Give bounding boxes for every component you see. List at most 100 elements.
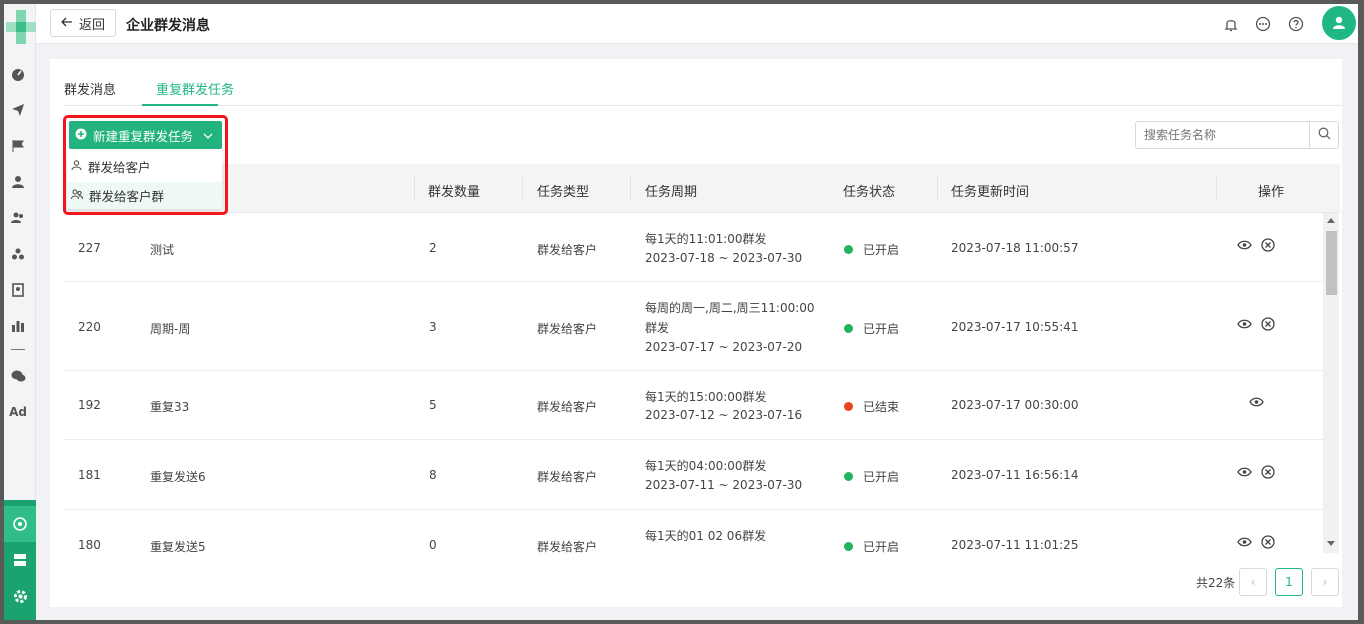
row-type: 群发给客户 [537,400,598,414]
tab-bar: 群发消息 重复群发任务 [64,59,1342,106]
contact-card-icon[interactable] [10,282,26,298]
bell-icon[interactable] [1222,15,1240,33]
search-input[interactable] [1136,122,1310,148]
ad-icon[interactable]: Ad [9,404,27,420]
table-row: 180 重复发送5 0 群发给客户 每1天的01 02 06群发 已开启 202… [63,510,1323,567]
help-icon[interactable] [1287,15,1305,33]
col-updated: 任务更新时间 [951,185,1030,200]
row-type: 群发给客户 [537,540,598,554]
table-header: 群发数量 任务类型 任务周期 任务状态 任务更新时间 操作 [63,164,1340,213]
sidebar-bottom [4,500,36,620]
active-tab-indicator [142,104,218,106]
column-divider [414,176,415,200]
wechat-icon[interactable] [10,368,26,384]
search-box [1135,121,1339,149]
page-1-button[interactable]: 1 [1275,568,1303,596]
table-scrollbar[interactable] [1323,213,1339,553]
row-id: 180 [78,538,101,552]
prev-page-button[interactable]: ‹ [1239,568,1267,596]
tab-repeat-task[interactable]: 重复群发任务 [156,79,234,98]
row-status: 已结束 [863,400,900,414]
row-status: 已开启 [863,322,900,336]
scroll-down-icon[interactable] [1327,541,1335,546]
stop-circle-x-icon[interactable] [1260,316,1276,332]
status-dot [844,542,853,551]
row-id: 192 [78,398,101,412]
total-count: 共22条 [1196,576,1236,590]
send-icon[interactable] [10,102,26,118]
status-dot [844,472,853,481]
marketing-icon[interactable] [4,506,36,542]
server-icon[interactable] [4,542,36,578]
row-period-range: 2023-07-18 ~ 2023-07-30 [645,251,803,265]
settings-icon[interactable] [4,578,36,614]
row-updated: 2023-07-18 11:00:57 [951,241,1079,255]
row-updated: 2023-07-11 16:56:14 [951,468,1079,482]
row-id: 227 [78,241,101,255]
view-eye-icon[interactable] [1236,534,1252,550]
row-status: 已开启 [863,243,900,257]
view-eye-icon[interactable] [1236,316,1252,332]
search-button[interactable] [1309,122,1338,148]
status-dot [844,402,853,411]
tab-mass-message[interactable]: 群发消息 [64,79,116,98]
arrow-left-icon [61,16,73,31]
row-count: 3 [429,320,437,334]
next-page-button[interactable]: › [1311,568,1339,596]
flag-icon[interactable] [10,138,26,154]
col-period: 任务周期 [645,185,698,200]
col-actions: 操作 [1258,185,1285,200]
table-row: 181 重复发送6 8 群发给客户 每1天的04:00:00群发 2023-07… [63,440,1323,510]
stop-circle-x-icon[interactable] [1260,464,1276,480]
row-period: 每1天的11:01:00群发 [645,232,767,246]
status-dot [844,324,853,333]
app-frame: Ad 返回 企业群发消息 群发消息 重复群发任务 搜索任务名称 群发数量 任务类… [4,4,1358,620]
row-period: 每周的周一,周二,周三11:00:00 [645,301,815,315]
row-id: 220 [78,320,101,334]
content-card: 群发消息 重复群发任务 群发数量 任务类型 任务周期 任务状态 任务更新时间 操… [50,59,1342,607]
table-body: 227 测试 2 群发给客户 每1天的11:01:00群发 2023-07-18… [63,213,1323,567]
row-count: 8 [429,468,437,482]
view-eye-icon[interactable] [1236,237,1252,253]
row-status: 已开启 [863,470,900,484]
column-divider [1216,176,1217,200]
row-name: 重复33 [150,400,190,414]
page-title: 企业群发消息 [126,18,210,34]
row-period-range: 2023-07-12 ~ 2023-07-16 [645,408,803,422]
scroll-up-icon[interactable] [1327,218,1335,223]
row-status: 已开启 [863,540,900,554]
column-divider [630,176,631,200]
bar-chart-icon[interactable] [10,318,26,334]
message-icon[interactable] [1254,15,1272,33]
scroll-thumb[interactable] [1326,231,1337,295]
group-icon[interactable] [10,246,26,262]
sidebar-divider [11,349,25,350]
row-name: 周期-周 [150,322,191,336]
logo [6,10,36,44]
view-eye-icon[interactable] [1236,464,1252,480]
row-count: 0 [429,538,437,552]
column-divider [937,176,938,200]
user-avatar[interactable] [1322,6,1356,40]
stop-circle-x-icon[interactable] [1260,534,1276,550]
row-updated: 2023-07-11 11:01:25 [951,538,1079,552]
row-name: 重复发送6 [150,470,206,484]
search-icon [1318,127,1331,144]
row-type: 群发给客户 [537,243,598,257]
back-label: 返回 [78,17,105,33]
view-eye-icon[interactable] [1248,394,1264,410]
users-icon[interactable] [10,210,26,226]
sidebar: Ad [4,4,36,620]
row-period-cont: 群发 [645,321,670,335]
stop-circle-x-icon[interactable] [1260,237,1276,253]
row-updated: 2023-07-17 00:30:00 [951,398,1079,412]
dashboard-icon[interactable] [10,66,26,82]
user-icon[interactable] [10,174,26,190]
row-type: 群发给客户 [537,470,598,484]
back-button[interactable]: 返回 [50,9,116,37]
row-type: 群发给客户 [537,322,598,336]
table-row: 192 重复33 5 群发给客户 每1天的15:00:00群发 2023-07-… [63,371,1323,440]
row-period-range: 2023-07-17 ~ 2023-07-20 [645,340,803,354]
row-id: 181 [78,468,101,482]
col-type: 任务类型 [537,185,590,200]
